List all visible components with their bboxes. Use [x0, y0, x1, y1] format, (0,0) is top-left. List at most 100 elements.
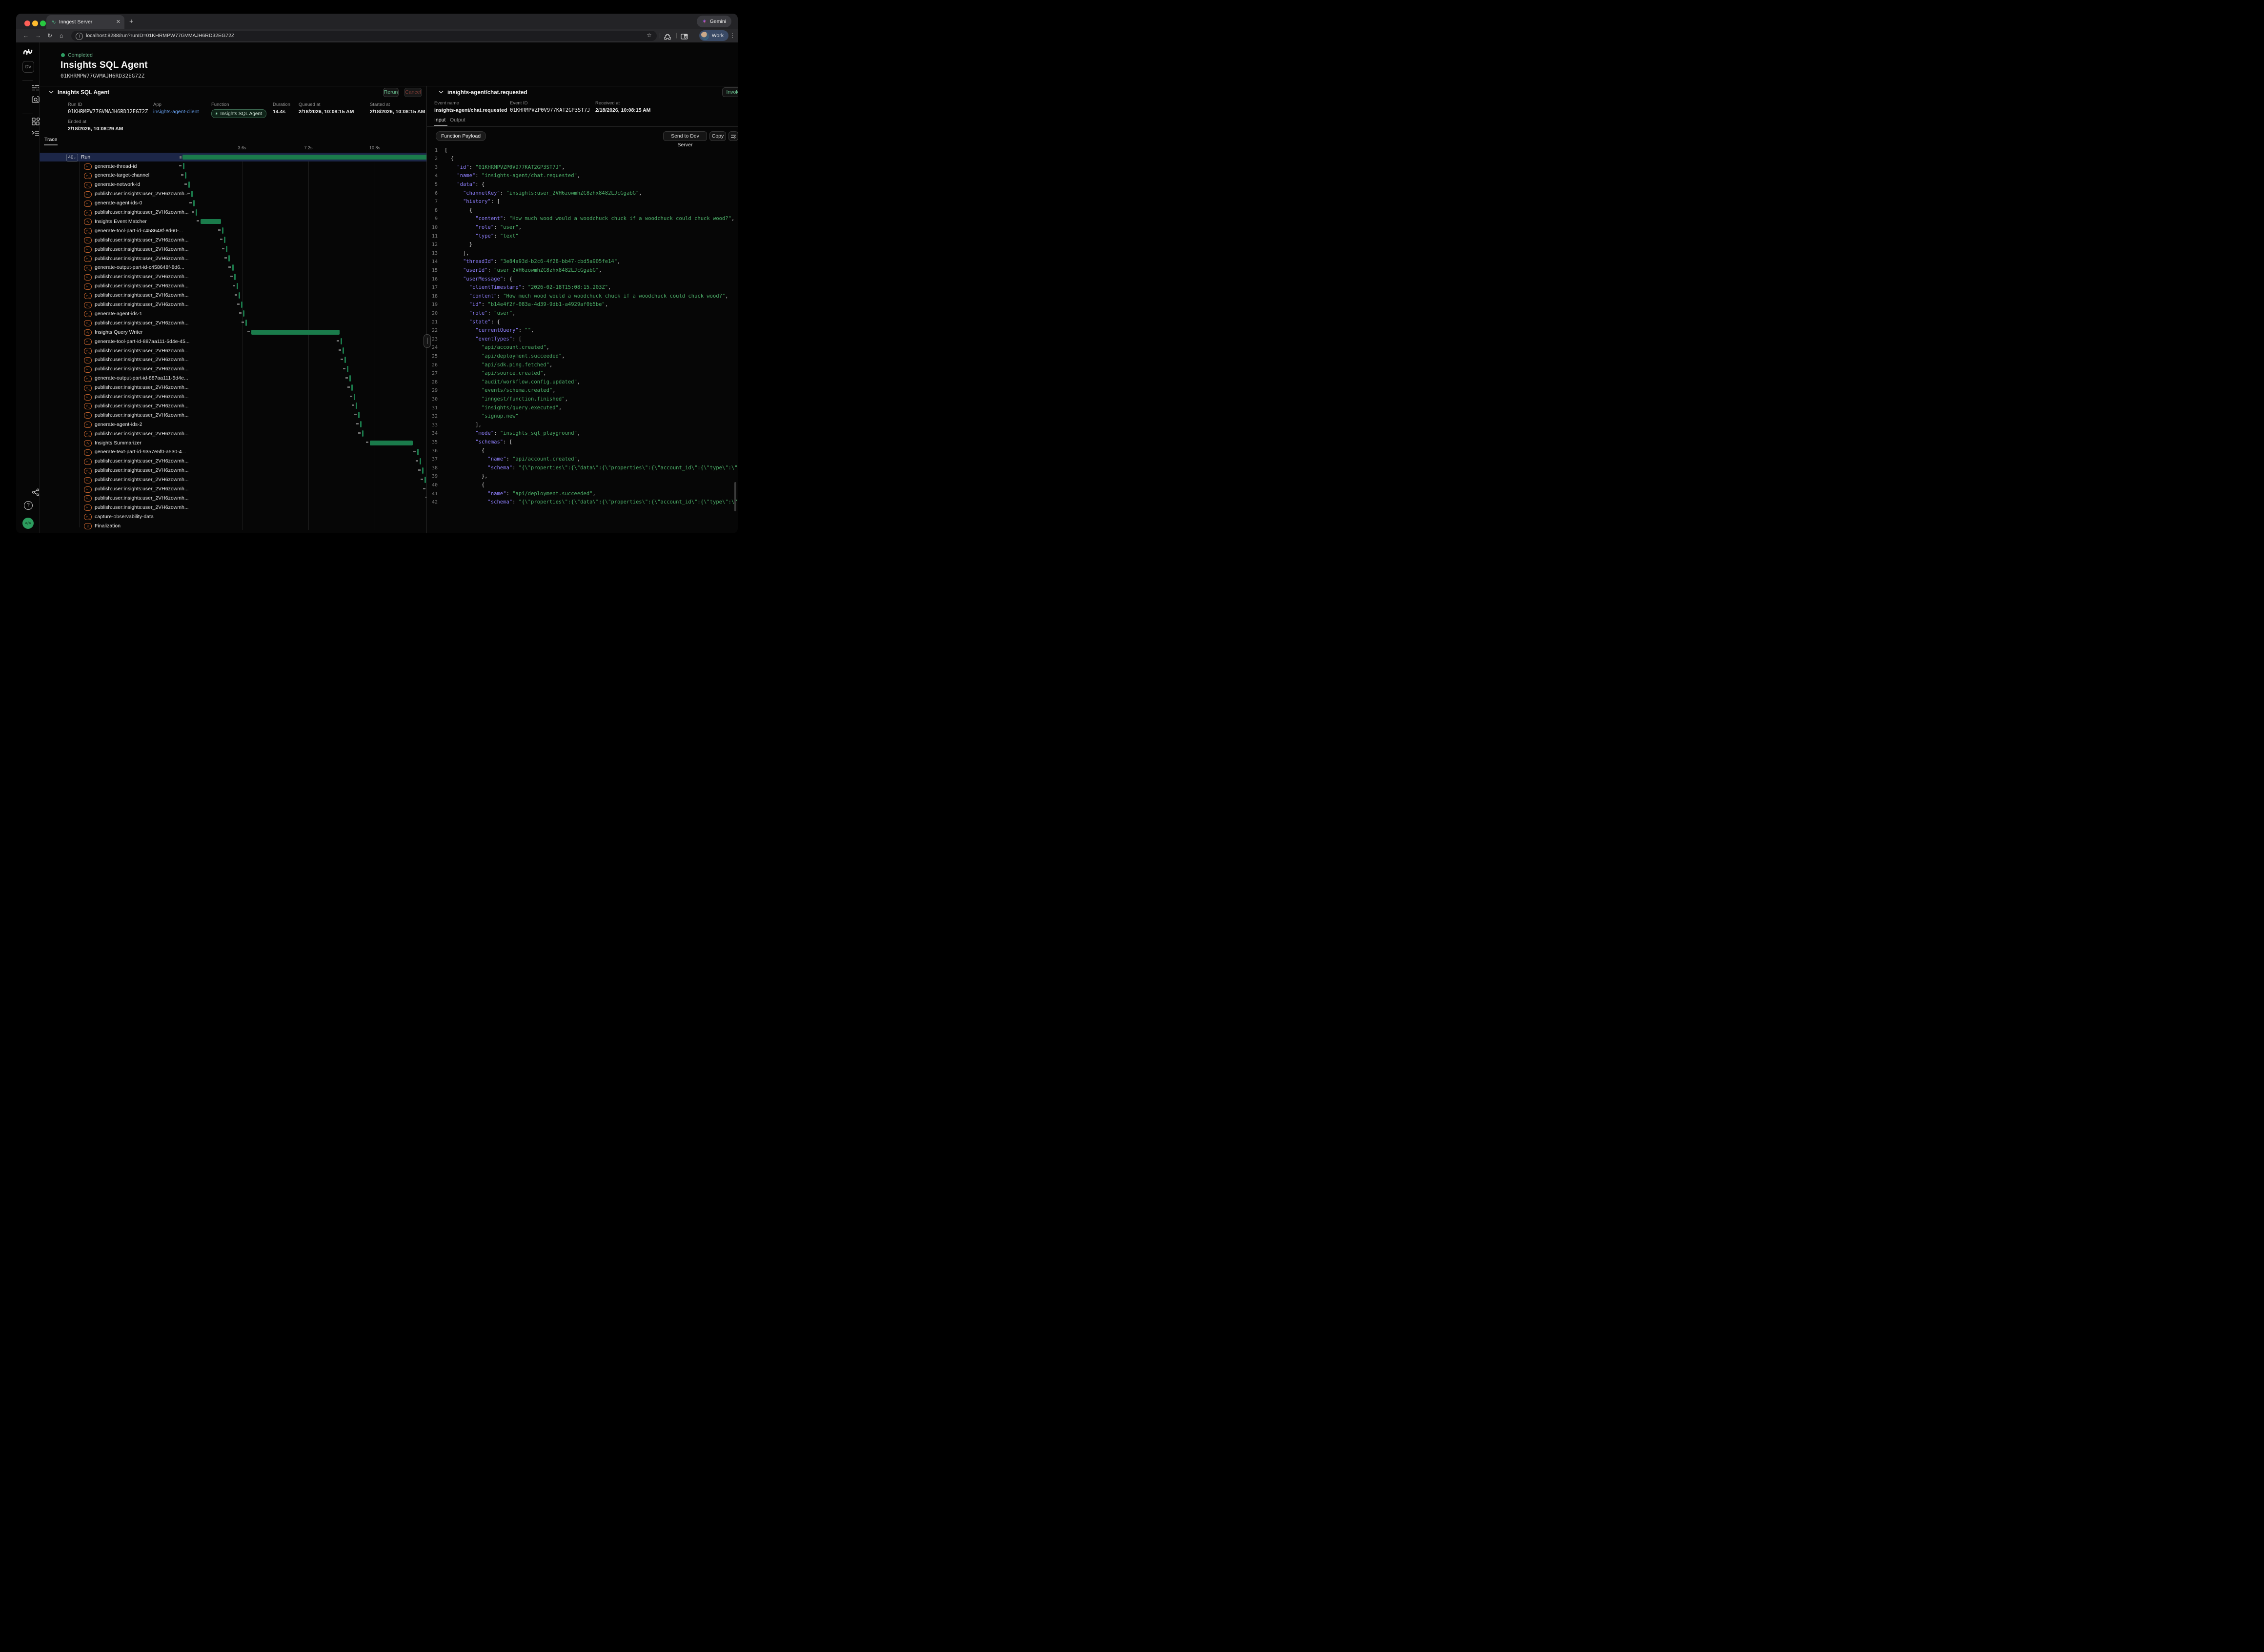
trace-row[interactable]: >_generate-network-id	[40, 180, 426, 189]
duration-bar[interactable]	[354, 394, 355, 400]
dev-tools-button[interactable]: </>	[22, 518, 34, 529]
duration-bar[interactable]	[188, 181, 190, 188]
tab-input[interactable]: Input	[434, 117, 445, 123]
forward-icon[interactable]: →	[35, 32, 41, 40]
duration-bar[interactable]	[343, 347, 344, 354]
trace-row[interactable]: ∿Insights Summarizer	[40, 438, 426, 447]
trace-row[interactable]: >_generate-agent-ids-2	[40, 420, 426, 429]
duration-bar[interactable]	[191, 191, 193, 197]
trace-row[interactable]: >_publish:user:insights:user_2VH6zowmh..…	[40, 272, 426, 282]
duration-bar[interactable]	[362, 430, 364, 437]
window-zoom-button[interactable]	[40, 20, 46, 26]
window-minimize-button[interactable]	[32, 20, 38, 26]
chrome-menu-icon[interactable]: ⋮	[729, 32, 735, 40]
trace-row[interactable]: ☑Finalization	[40, 521, 426, 530]
trace-run-row[interactable]: 40⌄ Run	[40, 153, 426, 161]
trace-row[interactable]: >_generate-target-channel	[40, 171, 426, 180]
duration-bar[interactable]	[185, 172, 186, 179]
code-scrollbar[interactable]	[734, 482, 736, 511]
gemini-button[interactable]: ✶ Gemini	[697, 16, 731, 27]
trace-row[interactable]: >_publish:user:insights:user_2VH6zowmh..…	[40, 208, 426, 217]
duration-bar[interactable]	[232, 264, 234, 271]
trace-row[interactable]: >_publish:user:insights:user_2VH6zowmh..…	[40, 429, 426, 438]
trace-row[interactable]: >_publish:user:insights:user_2VH6zowmh..…	[40, 235, 426, 244]
trace-row[interactable]: >_publish:user:insights:user_2VH6zowmh..…	[40, 300, 426, 309]
duration-bar[interactable]	[422, 467, 424, 474]
duration-bar[interactable]	[417, 449, 419, 455]
tab-close-icon[interactable]: ✕	[116, 19, 121, 25]
browser-tab[interactable]: ∿ Inngest Server ✕	[46, 15, 124, 29]
extensions-icon[interactable]	[664, 32, 671, 41]
tab-output[interactable]: Output	[450, 117, 465, 123]
bookmark-star-icon[interactable]: ☆	[647, 31, 652, 40]
duration-bar[interactable]	[251, 330, 340, 335]
invoke-button[interactable]: Invoke	[722, 87, 738, 97]
duration-bar[interactable]	[243, 310, 244, 317]
run-duration-bar[interactable]	[182, 155, 426, 160]
trace-row[interactable]: >_publish:user:insights:user_2VH6zowmh..…	[40, 364, 426, 374]
trace-row[interactable]: >_publish:user:insights:user_2VH6zowmh..…	[40, 383, 426, 392]
duration-bar[interactable]	[245, 320, 247, 326]
trace-row[interactable]: >_publish:user:insights:user_2VH6zowmh..…	[40, 355, 426, 364]
duration-bar[interactable]	[241, 302, 243, 308]
duration-bar[interactable]	[234, 274, 236, 280]
wrap-lines-button[interactable]	[728, 131, 738, 141]
trace-row[interactable]: >_publish:user:insights:user_2VH6zowmh..…	[40, 318, 426, 327]
function-payload-pill[interactable]: Function Payload	[436, 131, 486, 141]
duration-bar[interactable]	[341, 338, 342, 344]
site-info-icon[interactable]: i	[76, 33, 83, 40]
trace-row[interactable]: >_generate-thread-id	[40, 161, 426, 171]
trace-row[interactable]: >_publish:user:insights:user_2VH6zowmh..…	[40, 291, 426, 300]
trace-row[interactable]: >_generate-output-part-id-c458648f-8d6..…	[40, 263, 426, 272]
trace-row[interactable]: >_publish:user:insights:user_2VH6zowmh..…	[40, 503, 426, 512]
trace-row[interactable]: >_publish:user:insights:user_2VH6zowmh..…	[40, 466, 426, 475]
duration-bar[interactable]	[356, 403, 357, 409]
trace-row[interactable]: >_publish:user:insights:user_2VH6zowmh..…	[40, 493, 426, 503]
trace-row[interactable]: >_publish:user:insights:user_2VH6zowmh..…	[40, 484, 426, 494]
home-icon[interactable]: ⌂	[60, 32, 63, 40]
trace-row[interactable]: >_generate-text-part-id-9357e5f0-a530-4.…	[40, 447, 426, 457]
duration-bar[interactable]	[224, 237, 225, 243]
trace-row[interactable]: >_generate-tool-part-id-887aa111-5d4e-45…	[40, 337, 426, 346]
duration-bar[interactable]	[424, 477, 426, 483]
duration-bar[interactable]	[358, 412, 360, 418]
trace-row[interactable]: >_publish:user:insights:user_2VH6zowmh..…	[40, 254, 426, 263]
duration-bar[interactable]	[360, 421, 362, 427]
trace-row[interactable]: >_publish:user:insights:user_2VH6zowmh..…	[40, 392, 426, 402]
trace-row[interactable]: >_publish:user:insights:user_2VH6zowmh..…	[40, 475, 426, 484]
duration-bar[interactable]	[347, 366, 348, 372]
duration-bar[interactable]	[222, 227, 223, 234]
trace-row[interactable]: >_generate-agent-ids-1	[40, 309, 426, 318]
duration-bar[interactable]	[201, 219, 221, 224]
duration-bar[interactable]	[349, 375, 351, 382]
duration-bar[interactable]	[344, 357, 346, 363]
copy-button[interactable]: Copy	[709, 131, 726, 141]
duration-bar[interactable]	[420, 458, 421, 464]
duration-bar[interactable]	[193, 200, 195, 206]
profile-button[interactable]: Work	[699, 30, 728, 41]
help-icon[interactable]: ?	[24, 501, 33, 510]
trace-row[interactable]: >_generate-agent-ids-0	[40, 199, 426, 208]
trace-row[interactable]: >_publish:user:insights:user_2VH6zowmh..…	[40, 282, 426, 291]
duration-bar[interactable]	[228, 255, 230, 262]
trace-row[interactable]: >_publish:user:insights:user_2VH6zowmh..…	[40, 410, 426, 420]
chevron-down-icon[interactable]	[439, 90, 444, 94]
trace-row[interactable]: >_capture-observability-data	[40, 512, 426, 521]
duration-bar[interactable]	[226, 246, 227, 252]
run-count-badge[interactable]: 40⌄	[66, 154, 78, 161]
trace-row[interactable]: ∿Insights Event Matcher	[40, 217, 426, 226]
duration-bar[interactable]	[196, 209, 197, 216]
window-close-button[interactable]	[24, 20, 30, 26]
new-tab-button[interactable]: +	[129, 18, 133, 24]
trace-row[interactable]: >_publish:user:insights:user_2VH6zowmh..…	[40, 457, 426, 466]
back-icon[interactable]: ←	[23, 32, 29, 40]
duration-bar[interactable]	[239, 292, 240, 299]
trace-row[interactable]: >_generate-output-part-id-887aa111-5d4e.…	[40, 374, 426, 383]
duration-bar[interactable]	[370, 441, 413, 445]
devtools-icon[interactable]	[681, 32, 688, 41]
trace-row[interactable]: ∿Insights Query Writer	[40, 327, 426, 337]
address-bar[interactable]: i localhost:8288/run?runID=01KHRMPW77GVM…	[71, 31, 657, 41]
trace-row[interactable]: >_publish:user:insights:user_2VH6zowmh..…	[40, 244, 426, 254]
reload-icon[interactable]: ↻	[47, 32, 52, 40]
trace-row[interactable]: >_publish:user:insights:user_2VH6zowmh..…	[40, 401, 426, 410]
